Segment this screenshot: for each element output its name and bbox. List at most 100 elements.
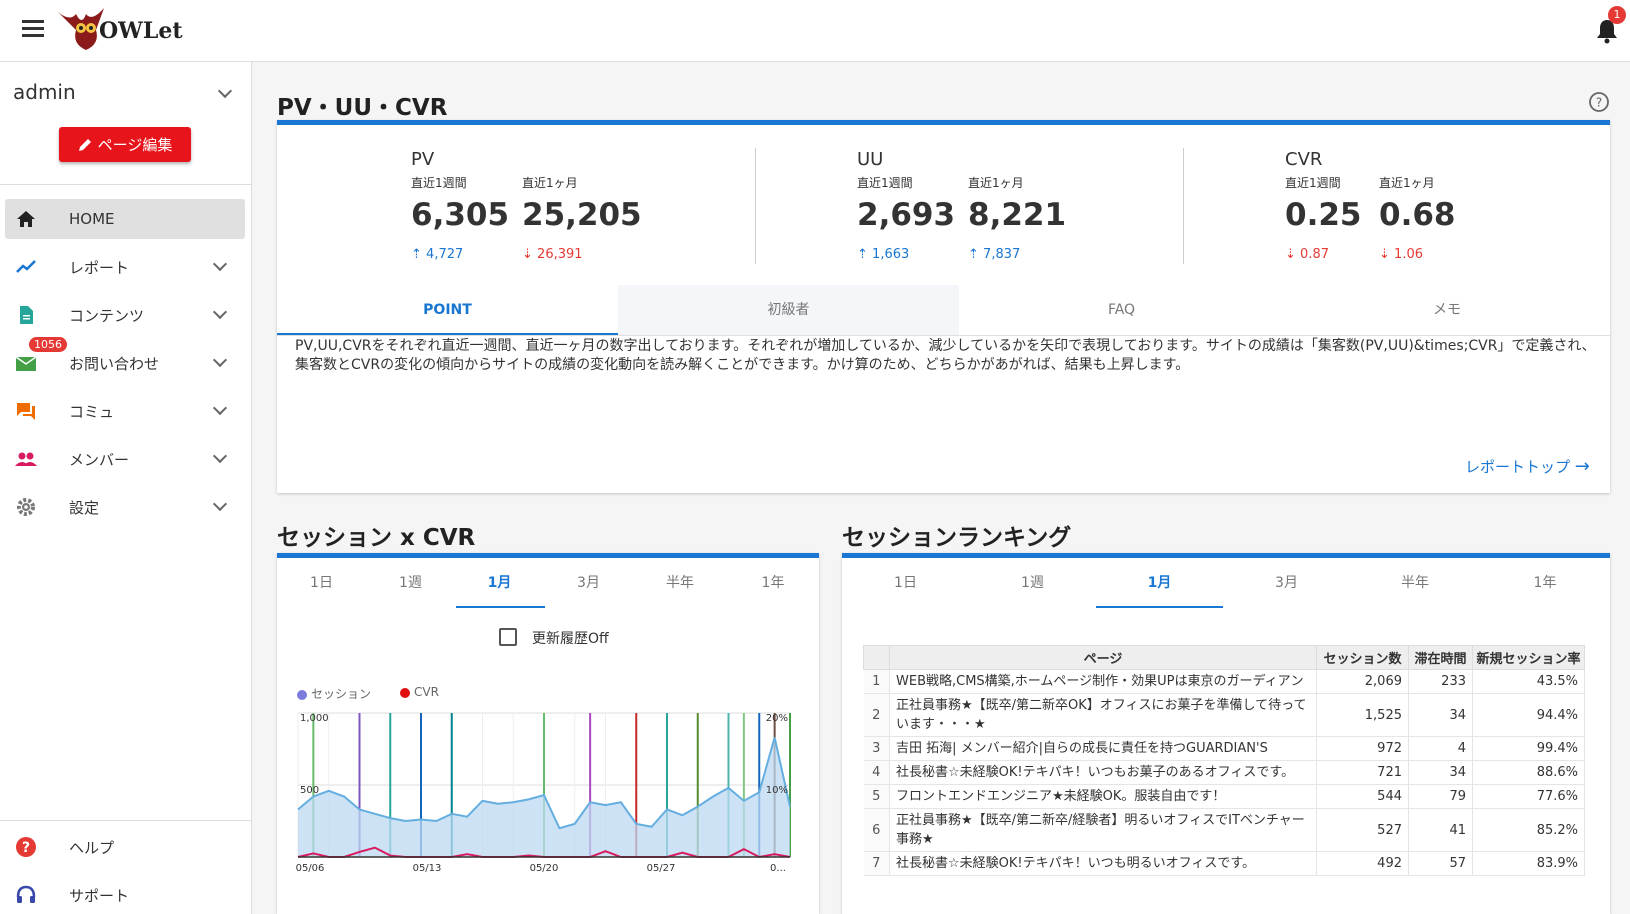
table-row[interactable]: 3 吉田 拓海| メンバー紹介|自らの成長に責任を持つGUARDIAN'S 972 4… <box>863 736 1585 761</box>
arrow-up-icon: ⇡ <box>968 247 979 262</box>
tab-indicator <box>456 606 545 608</box>
tab-1month[interactable]: 1月 <box>1096 558 1223 608</box>
table-row[interactable]: 2 正社員事務★【既卒/第二新卒OK】オフィスにお菓子を準備して待っています・・・… <box>863 693 1585 737</box>
tab-halfyear[interactable]: 半年 <box>1350 558 1480 608</box>
chevron-down-icon <box>212 352 228 368</box>
sidebar-item-settings[interactable]: 設定 <box>5 487 245 527</box>
y-tick-label-left: 1,000 <box>300 713 329 724</box>
logo-text: OWLet <box>99 18 183 44</box>
week-delta: ⇡ 4,727 <box>411 247 463 262</box>
month-value: 8,221 <box>968 197 1067 233</box>
metric-uu: UU 直近1週間 直近1ヶ月 2,693 8,221 ⇡ 1,663 ⇡ 7,8… <box>857 149 1097 269</box>
week-label: 直近1週間 <box>1285 176 1341 190</box>
user-menu[interactable]: admin <box>13 80 238 110</box>
report-top-label: レポートトップ <box>1465 458 1571 476</box>
tab-1week[interactable]: 1週 <box>366 558 455 608</box>
tab-faq[interactable]: FAQ <box>959 285 1284 335</box>
tab-3month[interactable]: 3月 <box>544 558 633 608</box>
column-header-time[interactable]: 滞在時間 <box>1408 645 1473 670</box>
sidebar-item-members[interactable]: メンバー <box>5 439 245 479</box>
pv-section-title: PV・UU・CVR <box>277 95 448 121</box>
row-page: 社長秘書☆未経験OK!テキパキ！いつも明るいオフィスです。 <box>889 851 1317 876</box>
row-index: 6 <box>863 808 890 852</box>
row-page: 正社員事務★【既卒/第二新卒/経験者】明るいオフィスでITベンチャー事務★ <box>889 808 1317 852</box>
sidebar-item-label: コンテンツ <box>69 306 145 325</box>
chevron-down-icon <box>212 448 228 464</box>
row-time: 34 <box>1408 760 1473 785</box>
table-row[interactable]: 7 社長秘書☆未経験OK!テキパキ！いつも明るいオフィスです。 492 57 83.9% <box>863 851 1585 876</box>
tab-1week[interactable]: 1週 <box>969 558 1096 608</box>
sidebar-item-report[interactable]: レポート <box>5 247 245 287</box>
row-time: 34 <box>1408 693 1473 737</box>
chevron-down-icon <box>212 496 228 512</box>
row-index: 3 <box>863 736 890 761</box>
menu-icon[interactable] <box>22 20 44 38</box>
svg-text:?: ? <box>22 840 30 856</box>
table-row[interactable]: 5 フロントエンドエンジニア★未経験OK。服装自由です！ 544 79 77.6% <box>863 784 1585 809</box>
row-index: 7 <box>863 851 890 876</box>
session-cvr-chart[interactable]: 1,000 500 20% 10% 05/06 05/13 05/20 05/27 0... <box>290 705 805 883</box>
column-header-sessions[interactable]: セッション数 <box>1316 645 1409 670</box>
row-sessions: 721 <box>1316 760 1409 785</box>
week-delta: ⇡ 1,663 <box>857 247 909 262</box>
sidebar: admin ページ編集 HOME レポート コンテンツ 1056 お問い合わせ … <box>0 62 252 914</box>
legend-dot <box>297 689 307 700</box>
divider <box>0 184 252 185</box>
tab-halfyear[interactable]: 半年 <box>633 558 727 608</box>
chevron-down-icon <box>212 400 228 416</box>
chevron-down-icon <box>217 83 233 99</box>
x-tick-label: 05/20 <box>530 863 559 874</box>
column-header-page[interactable]: ページ <box>889 645 1317 670</box>
table-row[interactable]: 1 WEB戦略,CMS構築,ホームページ制作・効果UPは東京のガーディアン 2,06… <box>863 669 1585 694</box>
week-value: 2,693 <box>857 197 956 233</box>
report-top-link[interactable]: レポートトップ → <box>1465 456 1590 477</box>
y-tick-label-right: 20% <box>766 713 788 724</box>
sidebar-item-contents[interactable]: コンテンツ <box>5 295 245 335</box>
headset-icon <box>16 885 36 903</box>
pv-card: PV 直近1週間 直近1ヶ月 6,305 25,205 ⇡ 4,727 ⇣ 26… <box>277 120 1610 493</box>
month-delta-value: 26,391 <box>537 247 583 262</box>
page-edit-label: ページ編集 <box>97 136 173 154</box>
table-row[interactable]: 4 社長秘書☆未経験OK!テキパキ！いつもお菓子のあるオフィスです。 721 34 88… <box>863 760 1585 785</box>
page-edit-button[interactable]: ページ編集 <box>59 127 191 162</box>
column-header-rate[interactable]: 新規セッション率 <box>1472 645 1585 670</box>
month-label: 直近1ヶ月 <box>968 176 1024 190</box>
legend-cvr[interactable]: CVR <box>400 685 439 699</box>
sidebar-item-home[interactable]: HOME <box>5 199 245 239</box>
tab-1year[interactable]: 1年 <box>727 558 819 608</box>
sidebar-item-help[interactable]: ? ヘルプ <box>5 827 245 867</box>
tab-1day[interactable]: 1日 <box>842 558 969 608</box>
arrow-up-icon: ⇡ <box>857 247 868 262</box>
week-delta-value: 4,727 <box>426 247 464 262</box>
sidebar-item-label: サポート <box>69 886 130 905</box>
month-value: 0.68 <box>1379 197 1456 233</box>
tab-1year[interactable]: 1年 <box>1480 558 1610 608</box>
point-description: PV,UU,CVRをそれぞれ直近一週間、直近一ヶ月の数字出しております。それぞれ… <box>295 338 1596 373</box>
home-icon <box>17 211 35 227</box>
table-row[interactable]: 6 正社員事務★【既卒/第二新卒/経験者】明るいオフィスでITベンチャー事務★ 52… <box>863 808 1585 852</box>
arrow-up-icon: ⇡ <box>411 247 422 262</box>
history-off-checkbox[interactable] <box>499 628 517 646</box>
legend-sessions[interactable]: セッション <box>297 685 371 702</box>
tab-3month[interactable]: 3月 <box>1223 558 1350 608</box>
tab-1day[interactable]: 1日 <box>277 558 366 608</box>
metric-name: UU <box>857 149 884 170</box>
sidebar-item-inquiry[interactable]: 1056 お問い合わせ <box>5 337 245 383</box>
row-sessions: 1,525 <box>1316 693 1409 737</box>
arrow-right-icon: → <box>1574 456 1590 477</box>
ranking-table: ページ セッション数 滞在時間 新規セッション率 1 WEB戦略,CMS構築,ホー… <box>863 645 1585 876</box>
tab-point[interactable]: POINT <box>277 285 618 335</box>
tab-beginner[interactable]: 初級者 <box>618 285 959 335</box>
sidebar-item-label: HOME <box>69 210 115 228</box>
help-circle-icon[interactable]: ? <box>1588 91 1610 113</box>
help-icon: ? <box>16 837 36 857</box>
tab-memo[interactable]: メモ <box>1284 285 1610 335</box>
sidebar-item-support[interactable]: サポート <box>5 875 245 914</box>
row-time: 4 <box>1408 736 1473 761</box>
tab-1month[interactable]: 1月 <box>455 558 544 608</box>
row-rate: 99.4% <box>1472 736 1585 761</box>
row-time: 57 <box>1408 851 1473 876</box>
row-page: 吉田 拓海| メンバー紹介|自らの成長に責任を持つGUARDIAN'S <box>889 736 1317 761</box>
session-cvr-tabs: 1日 1週 1月 3月 半年 1年 <box>277 558 819 608</box>
sidebar-item-community[interactable]: コミュ <box>5 391 245 431</box>
